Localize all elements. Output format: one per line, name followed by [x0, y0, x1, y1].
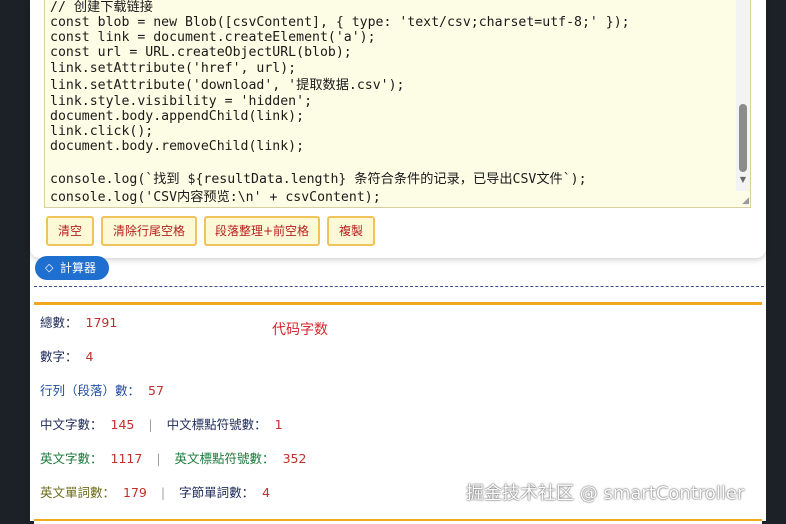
stat-label: 行列（段落）數：: [40, 383, 141, 398]
stat-english: 英文字數： 1117 | 英文標點符號數： 352: [40, 451, 306, 467]
stat-total: 總數： 1791: [40, 315, 117, 331]
stat-label: 英文標點符號數：: [174, 451, 275, 466]
scrollbar-thumb[interactable]: [739, 104, 747, 172]
stat-label: 字節單詞數：: [179, 485, 255, 500]
stat-label: 總數：: [40, 315, 78, 330]
code-line: document.body.removeChild(link);: [50, 139, 305, 154]
stat-value: 145: [110, 417, 135, 432]
scroll-down-arrow-icon[interactable]: ▼: [738, 175, 748, 185]
calculator-tag[interactable]: ◇ 計算器: [35, 256, 109, 280]
trim-trailing-button[interactable]: 清除行尾空格: [101, 216, 197, 246]
stat-separator: |: [160, 485, 166, 500]
paragraph-tidy-button[interactable]: 段落整理+前空格: [204, 216, 320, 246]
stat-label: 英文字數：: [40, 451, 103, 466]
stat-label: 數字：: [40, 349, 78, 364]
stat-separator: |: [148, 417, 153, 432]
code-line: const blob = new Blob([csvContent], { ty…: [50, 15, 630, 30]
code-line: link.setAttribute('download', '提取数据.csv'…: [50, 78, 405, 93]
stat-chinese: 中文字數： 145 | 中文標點符號數： 1: [40, 417, 283, 433]
stat-value: 352: [282, 451, 307, 466]
stats-title: 代码字数: [272, 322, 328, 338]
code-line: link.click();: [50, 124, 154, 139]
code-line: const url = URL.createObjectURL(blob);: [50, 45, 352, 60]
editor-card: // 创建下载链接 const blob = new Blob([csvCont…: [30, 0, 766, 258]
code-line: console.log('CSV内容预览:\n' + csvContent);: [50, 190, 381, 205]
section-divider: [34, 286, 764, 287]
watermark: 掘金技术社区 @ smartController: [466, 483, 745, 504]
code-line: link.style.visibility = 'hidden';: [50, 94, 313, 109]
copy-button[interactable]: 複製: [327, 216, 375, 246]
stat-value: 1: [274, 417, 283, 432]
vertical-scrollbar[interactable]: ▼: [736, 0, 750, 191]
code-line: const link = document.createElement('a')…: [50, 30, 376, 45]
code-line: link.setAttribute('href', url);: [50, 61, 297, 76]
stat-value: 1117: [110, 451, 143, 466]
stat-label: 中文標點符號數：: [166, 417, 267, 432]
code-line: console.log(`找到 ${resultData.length} 条符合…: [50, 172, 587, 187]
stat-digits: 數字： 4: [40, 349, 93, 365]
stat-value: 1791: [85, 315, 118, 330]
stat-label: 中文字數：: [40, 417, 103, 432]
stat-value: 57: [148, 383, 164, 398]
code-line: // 创建下载链接: [50, 0, 153, 15]
code-editor[interactable]: // 创建下载链接 const blob = new Blob([csvCont…: [44, 0, 751, 208]
stat-value: 4: [85, 349, 94, 364]
stat-lines: 行列（段落）數： 57: [40, 383, 164, 399]
stat-value: 4: [262, 485, 271, 500]
clear-button[interactable]: 清空: [46, 216, 94, 246]
page: // 创建下载链接 const blob = new Blob([csvCont…: [30, 0, 766, 524]
stat-value: 179: [123, 485, 147, 500]
tag-icon: ◇: [45, 261, 54, 274]
stat-label: 英文單詞數：: [40, 485, 116, 500]
code-line: document.body.appendChild(link);: [50, 109, 305, 124]
stat-separator: |: [156, 451, 161, 466]
resize-grip-icon[interactable]: ◢: [739, 196, 749, 206]
stat-words: 英文單詞數： 179 | 字節單詞數： 4: [40, 485, 270, 501]
calculator-tag-label: 計算器: [60, 261, 97, 275]
